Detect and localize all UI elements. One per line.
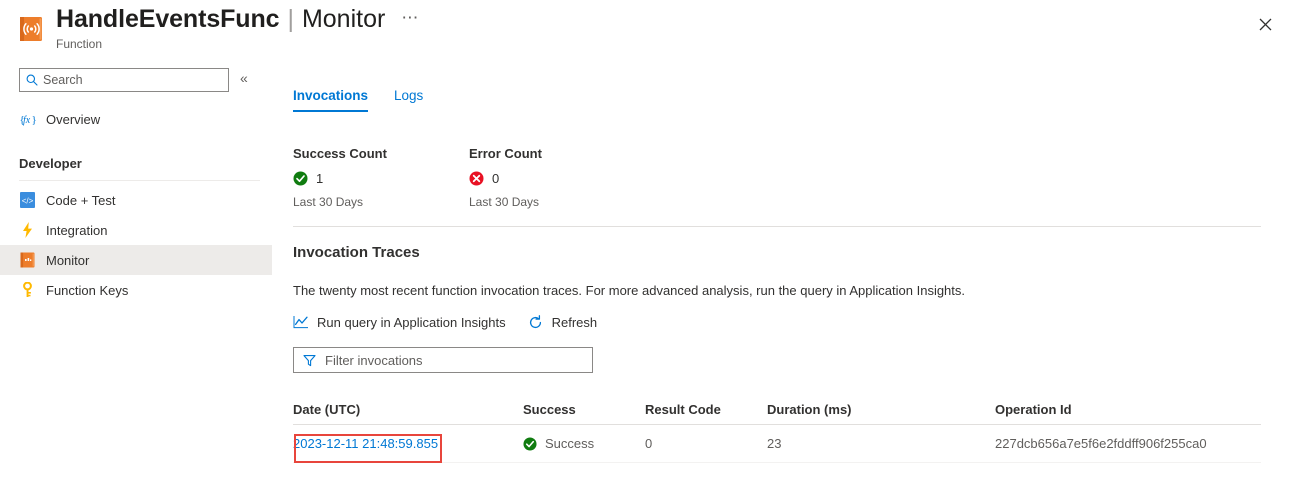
sidebar-item-overview[interactable]: { fx } Overview	[0, 104, 272, 134]
metric-subtitle: Last 30 Days	[469, 195, 645, 209]
page-title-sub: Monitor	[302, 5, 385, 34]
collapse-sidebar-button[interactable]: «	[240, 71, 248, 85]
sidebar-item-label: Monitor	[46, 253, 89, 268]
metric-value-row: 1	[293, 171, 469, 186]
fx-icon: { fx }	[19, 111, 36, 128]
filter-box[interactable]	[293, 347, 593, 373]
nav-spacer	[0, 134, 272, 148]
sidebar-item-label: Integration	[46, 223, 107, 238]
metric-value: 0	[492, 171, 499, 186]
blade-sidebar: « { fx } Overview Developer	[0, 62, 272, 501]
column-header-operation-id[interactable]: Operation Id	[995, 402, 1255, 417]
sidebar-item-label: Code + Test	[46, 193, 116, 208]
svg-text:}: }	[32, 114, 37, 126]
success-text: Success	[545, 436, 594, 451]
sidebar-nav: { fx } Overview Developer </>	[0, 104, 272, 305]
invocation-date-link[interactable]: 2023-12-11 21:48:59.855	[293, 436, 438, 451]
tab-logs[interactable]: Logs	[394, 88, 423, 112]
column-header-success[interactable]: Success	[523, 402, 645, 417]
svg-text:</>: </>	[22, 197, 34, 206]
monitor-book-icon	[19, 252, 36, 269]
table-header-row: Date (UTC) Success Result Code Duration …	[293, 395, 1261, 425]
success-check-icon	[293, 171, 308, 186]
filter-input[interactable]	[325, 353, 575, 368]
section-description: The twenty most recent function invocati…	[293, 283, 965, 298]
metric-subtitle: Last 30 Days	[293, 195, 469, 209]
column-header-duration[interactable]: Duration (ms)	[767, 402, 995, 417]
refresh-button[interactable]: Refresh	[528, 314, 598, 330]
funnel-icon	[303, 354, 316, 367]
lightning-bolt-icon	[19, 222, 36, 239]
svg-text:fx: fx	[23, 115, 31, 126]
page-title-separator: |	[287, 5, 294, 34]
close-icon	[1259, 18, 1272, 31]
blade-main-content: Invocations Logs Success Count 1 Last 30…	[272, 62, 1292, 501]
cell-date: 2023-12-11 21:48:59.855	[293, 435, 523, 453]
page-title-main: HandleEventsFunc	[56, 5, 279, 34]
sidebar-group-developer: Developer	[0, 148, 272, 174]
trace-actions: Run query in Application Insights Refres…	[293, 314, 597, 330]
sidebar-item-function-keys[interactable]: Function Keys	[0, 275, 272, 305]
sidebar-item-code-test[interactable]: </> Code + Test	[0, 185, 272, 215]
section-title-invocation-traces: Invocation Traces	[293, 244, 420, 261]
page-title: HandleEventsFunc | Monitor ⋯	[56, 5, 419, 34]
metrics-summary: Success Count 1 Last 30 Days Error Count	[293, 146, 645, 209]
metric-value-row: 0	[469, 171, 645, 186]
metric-value: 1	[316, 171, 323, 186]
blade-header: HandleEventsFunc | Monitor ⋯ Function	[0, 0, 1292, 62]
run-query-button[interactable]: Run query in Application Insights	[293, 314, 506, 330]
sidebar-item-integration[interactable]: Integration	[0, 215, 272, 245]
success-check-icon	[523, 437, 537, 451]
cell-result-code: 0	[645, 436, 767, 451]
sidebar-search	[19, 68, 229, 92]
sidebar-divider	[19, 180, 260, 181]
error-x-icon	[469, 171, 484, 186]
column-header-date[interactable]: Date (UTC)	[293, 402, 523, 417]
search-box[interactable]	[19, 68, 229, 92]
sidebar-item-monitor[interactable]: Monitor	[0, 245, 272, 275]
section-divider	[293, 226, 1261, 227]
invocation-traces-table: Date (UTC) Success Result Code Duration …	[293, 395, 1261, 463]
metric-error-count: Error Count 0 Last 30 Days	[469, 146, 645, 209]
code-brackets-icon: </>	[19, 192, 36, 209]
search-icon	[26, 74, 38, 86]
sidebar-item-label: Overview	[46, 112, 100, 127]
line-chart-icon	[293, 314, 309, 330]
filter-invocations	[293, 347, 593, 373]
metric-label: Error Count	[469, 146, 645, 161]
content-tabs: Invocations Logs	[293, 88, 423, 112]
action-label: Refresh	[552, 315, 598, 330]
cell-success: Success	[523, 436, 645, 451]
key-icon	[19, 282, 36, 299]
close-blade-button[interactable]	[1251, 10, 1279, 38]
metric-label: Success Count	[293, 146, 469, 161]
column-header-result-code[interactable]: Result Code	[645, 402, 767, 417]
metric-success-count: Success Count 1 Last 30 Days	[293, 146, 469, 209]
function-app-book-icon	[16, 14, 46, 44]
azure-portal-function-monitor-blade: HandleEventsFunc | Monitor ⋯ Function «	[0, 0, 1292, 501]
sidebar-item-label: Function Keys	[46, 283, 128, 298]
cell-operation-id: 227dcb656a7e5f6e2fddff906f255ca0	[995, 436, 1255, 451]
table-row[interactable]: 2023-12-11 21:48:59.855 Success 0	[293, 425, 1261, 463]
resource-type-label: Function	[56, 37, 102, 51]
action-label: Run query in Application Insights	[317, 315, 506, 330]
tab-invocations[interactable]: Invocations	[293, 88, 368, 112]
more-options-button[interactable]: ⋯	[401, 5, 419, 30]
search-input[interactable]	[43, 73, 211, 87]
cell-duration: 23	[767, 436, 995, 451]
refresh-icon	[528, 314, 544, 330]
